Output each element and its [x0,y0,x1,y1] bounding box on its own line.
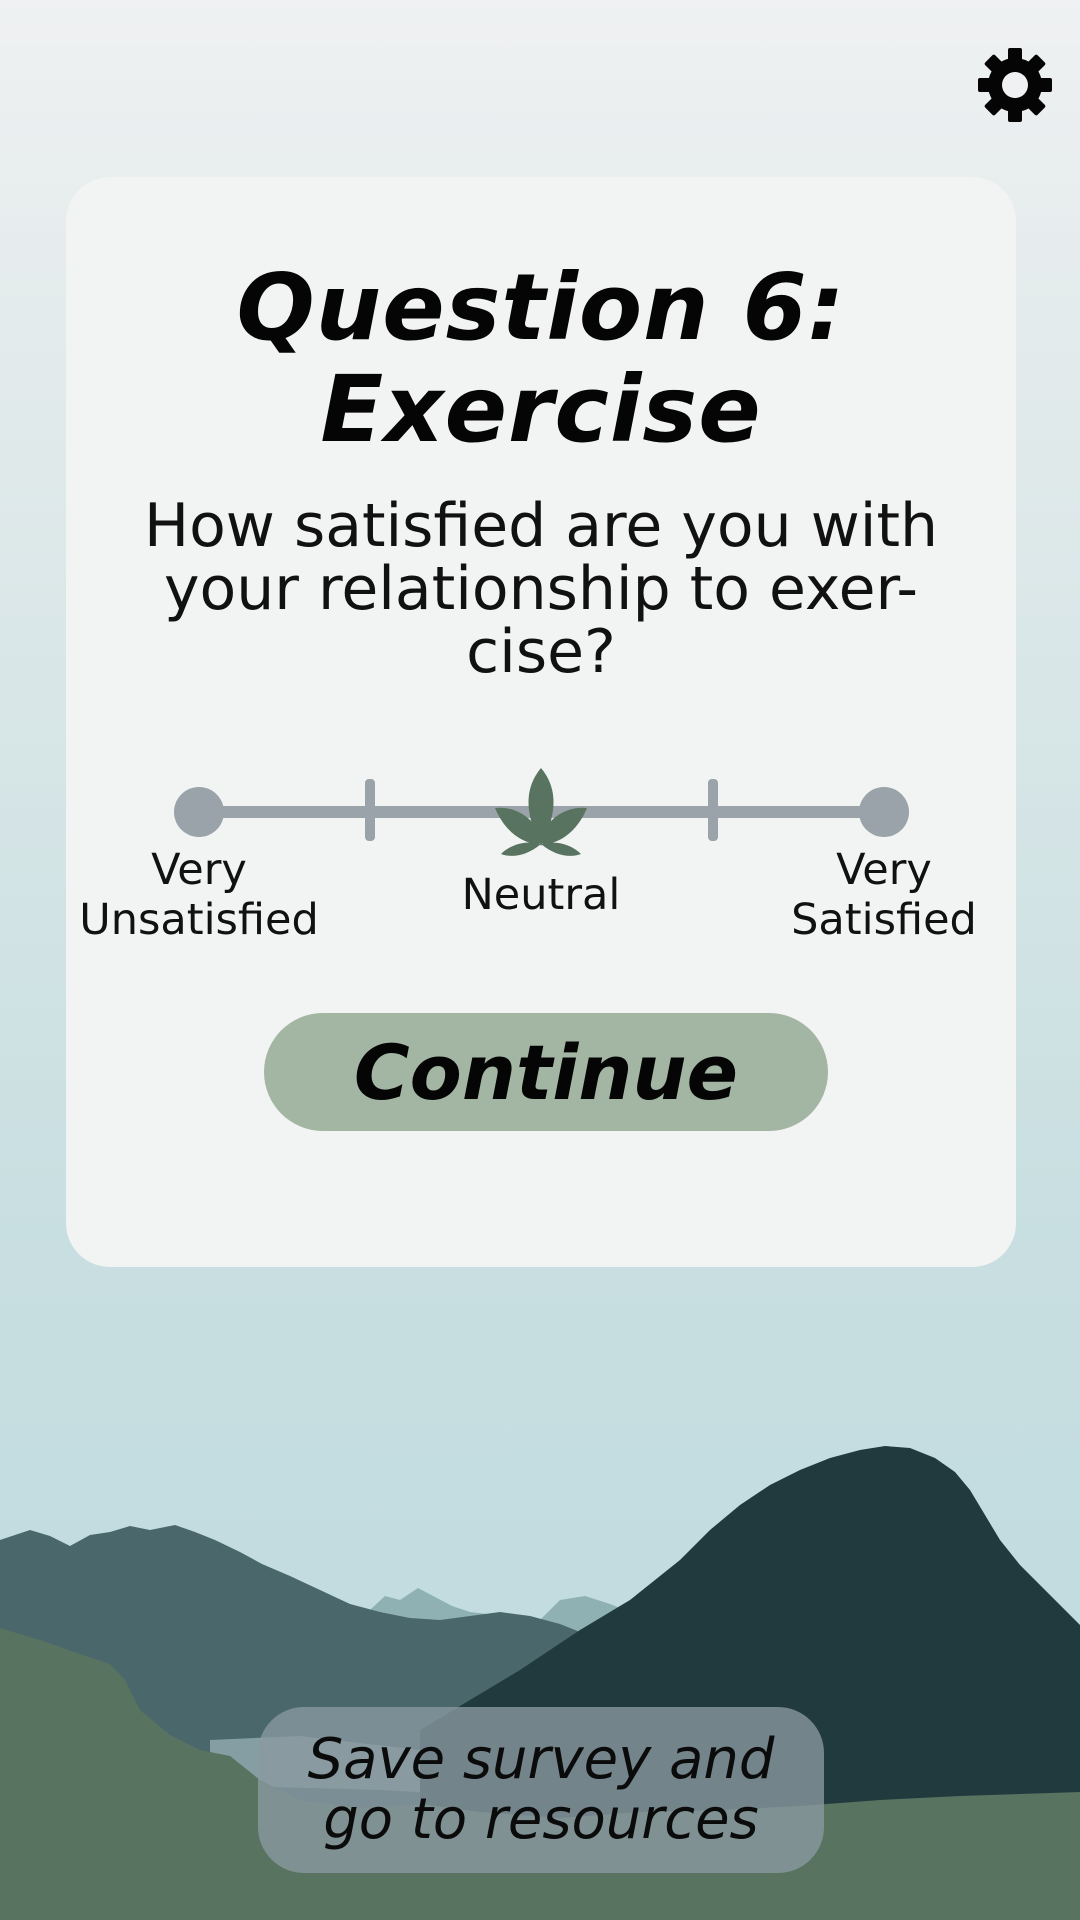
scale-label-left-line1: Very [151,845,247,895]
question-text-line2: your relationship to exer- [164,554,918,624]
scale-label-right-line1: Very [836,845,932,895]
question-text: How satisfied are you with your relation… [106,495,976,684]
slider-endpoint-left[interactable] [174,787,224,837]
question-title-line1: Question 6: [236,254,846,361]
scale-label-very-satisfied: Very Satisfied [754,845,1014,945]
save-survey-label-line2: go to resources [323,1787,759,1852]
question-card: Question 6: Exercise How satisfied are y… [66,177,1016,1267]
scale-label-right-line2: Satisfied [791,895,977,945]
question-title: Question 6: Exercise [66,257,1016,461]
question-text-line1: How satisfied are you with [143,491,939,561]
scale-label-center: Neutral [461,870,621,920]
question-title-line2: Exercise [320,356,762,463]
leaf-icon[interactable] [495,768,587,856]
settings-button[interactable] [970,40,1060,130]
continue-button[interactable]: Continue [264,1013,828,1131]
save-survey-label-line1: Save survey and [307,1727,775,1792]
scale-label-left-line2: Unsatisfied [79,895,319,945]
slider-tick-2[interactable] [365,779,375,841]
question-text-line3: cise? [466,617,616,687]
scale-label-neutral: Neutral [411,870,671,920]
gear-icon [978,48,1052,122]
slider-tick-4[interactable] [708,779,718,841]
satisfaction-slider[interactable]: Very Unsatisfied Neutral Very Satisfied [66,762,1016,962]
slider-endpoint-right[interactable] [859,787,909,837]
scale-label-very-unsatisfied: Very Unsatisfied [69,845,329,945]
continue-button-label: Continue [353,1027,739,1117]
save-survey-button[interactable]: Save survey and go to resources [258,1707,824,1873]
